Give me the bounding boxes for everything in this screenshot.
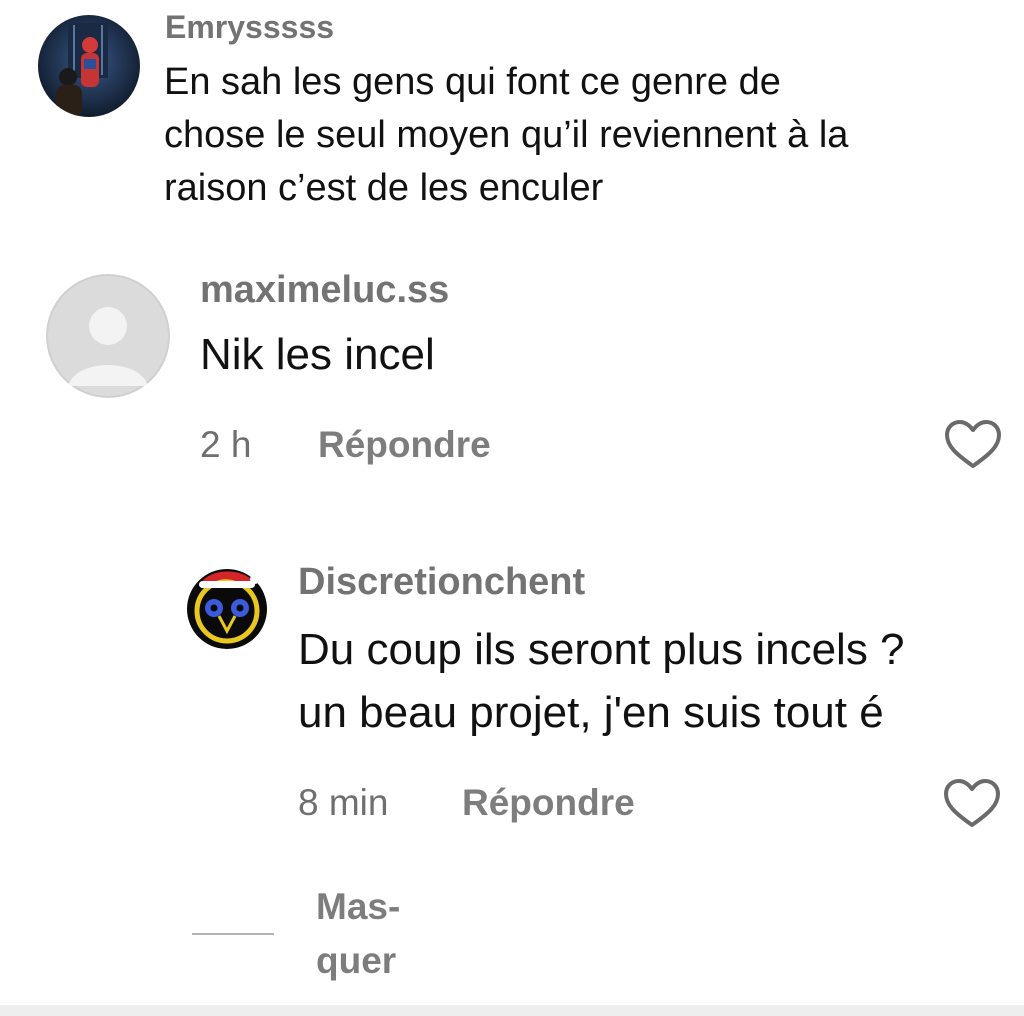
- heart-icon: [945, 420, 1001, 468]
- avatar[interactable]: [38, 15, 140, 117]
- owl-christmas-hat-avatar-icon: [187, 569, 267, 649]
- hide-replies-button[interactable]: Mas- quer: [316, 883, 456, 993]
- heart-icon: [944, 779, 1000, 827]
- comment-text-line: chose le seul moyen qu’il reviennent à l…: [164, 114, 849, 156]
- comment-username[interactable]: maximeluc.ss: [200, 268, 449, 312]
- bottom-bar: [0, 1005, 1024, 1016]
- hide-replies-label-line: quer: [316, 940, 397, 981]
- comment-text-line: En sah les gens qui font ce genre de: [164, 61, 781, 103]
- like-button[interactable]: [943, 778, 1003, 832]
- hide-replies-divider: [192, 933, 274, 935]
- comment-timestamp: 2 h: [200, 424, 252, 465]
- reply-button[interactable]: Répondre: [462, 781, 635, 825]
- comment-timestamp: 8 min: [298, 782, 389, 823]
- avatar[interactable]: [183, 561, 271, 649]
- avatar[interactable]: [46, 274, 170, 398]
- hide-replies-label-line: Mas-: [316, 886, 401, 927]
- default-user-avatar-icon: [46, 274, 170, 398]
- spider-man-avatar-icon: [38, 15, 140, 117]
- comment-username[interactable]: Discretionchent: [298, 560, 585, 604]
- comment-text-line: Nik les incel: [200, 330, 435, 379]
- comment-text-line: un beau projet, j'en suis tout é: [298, 688, 884, 737]
- comment-text-line: Du coup ils seront plus incels ?: [298, 625, 905, 674]
- reply-button[interactable]: Répondre: [318, 423, 491, 467]
- comment-username[interactable]: Emrysssss: [165, 7, 334, 47]
- like-button[interactable]: [944, 419, 1004, 473]
- comment-text-line: raison c’est de les enculer: [164, 167, 604, 209]
